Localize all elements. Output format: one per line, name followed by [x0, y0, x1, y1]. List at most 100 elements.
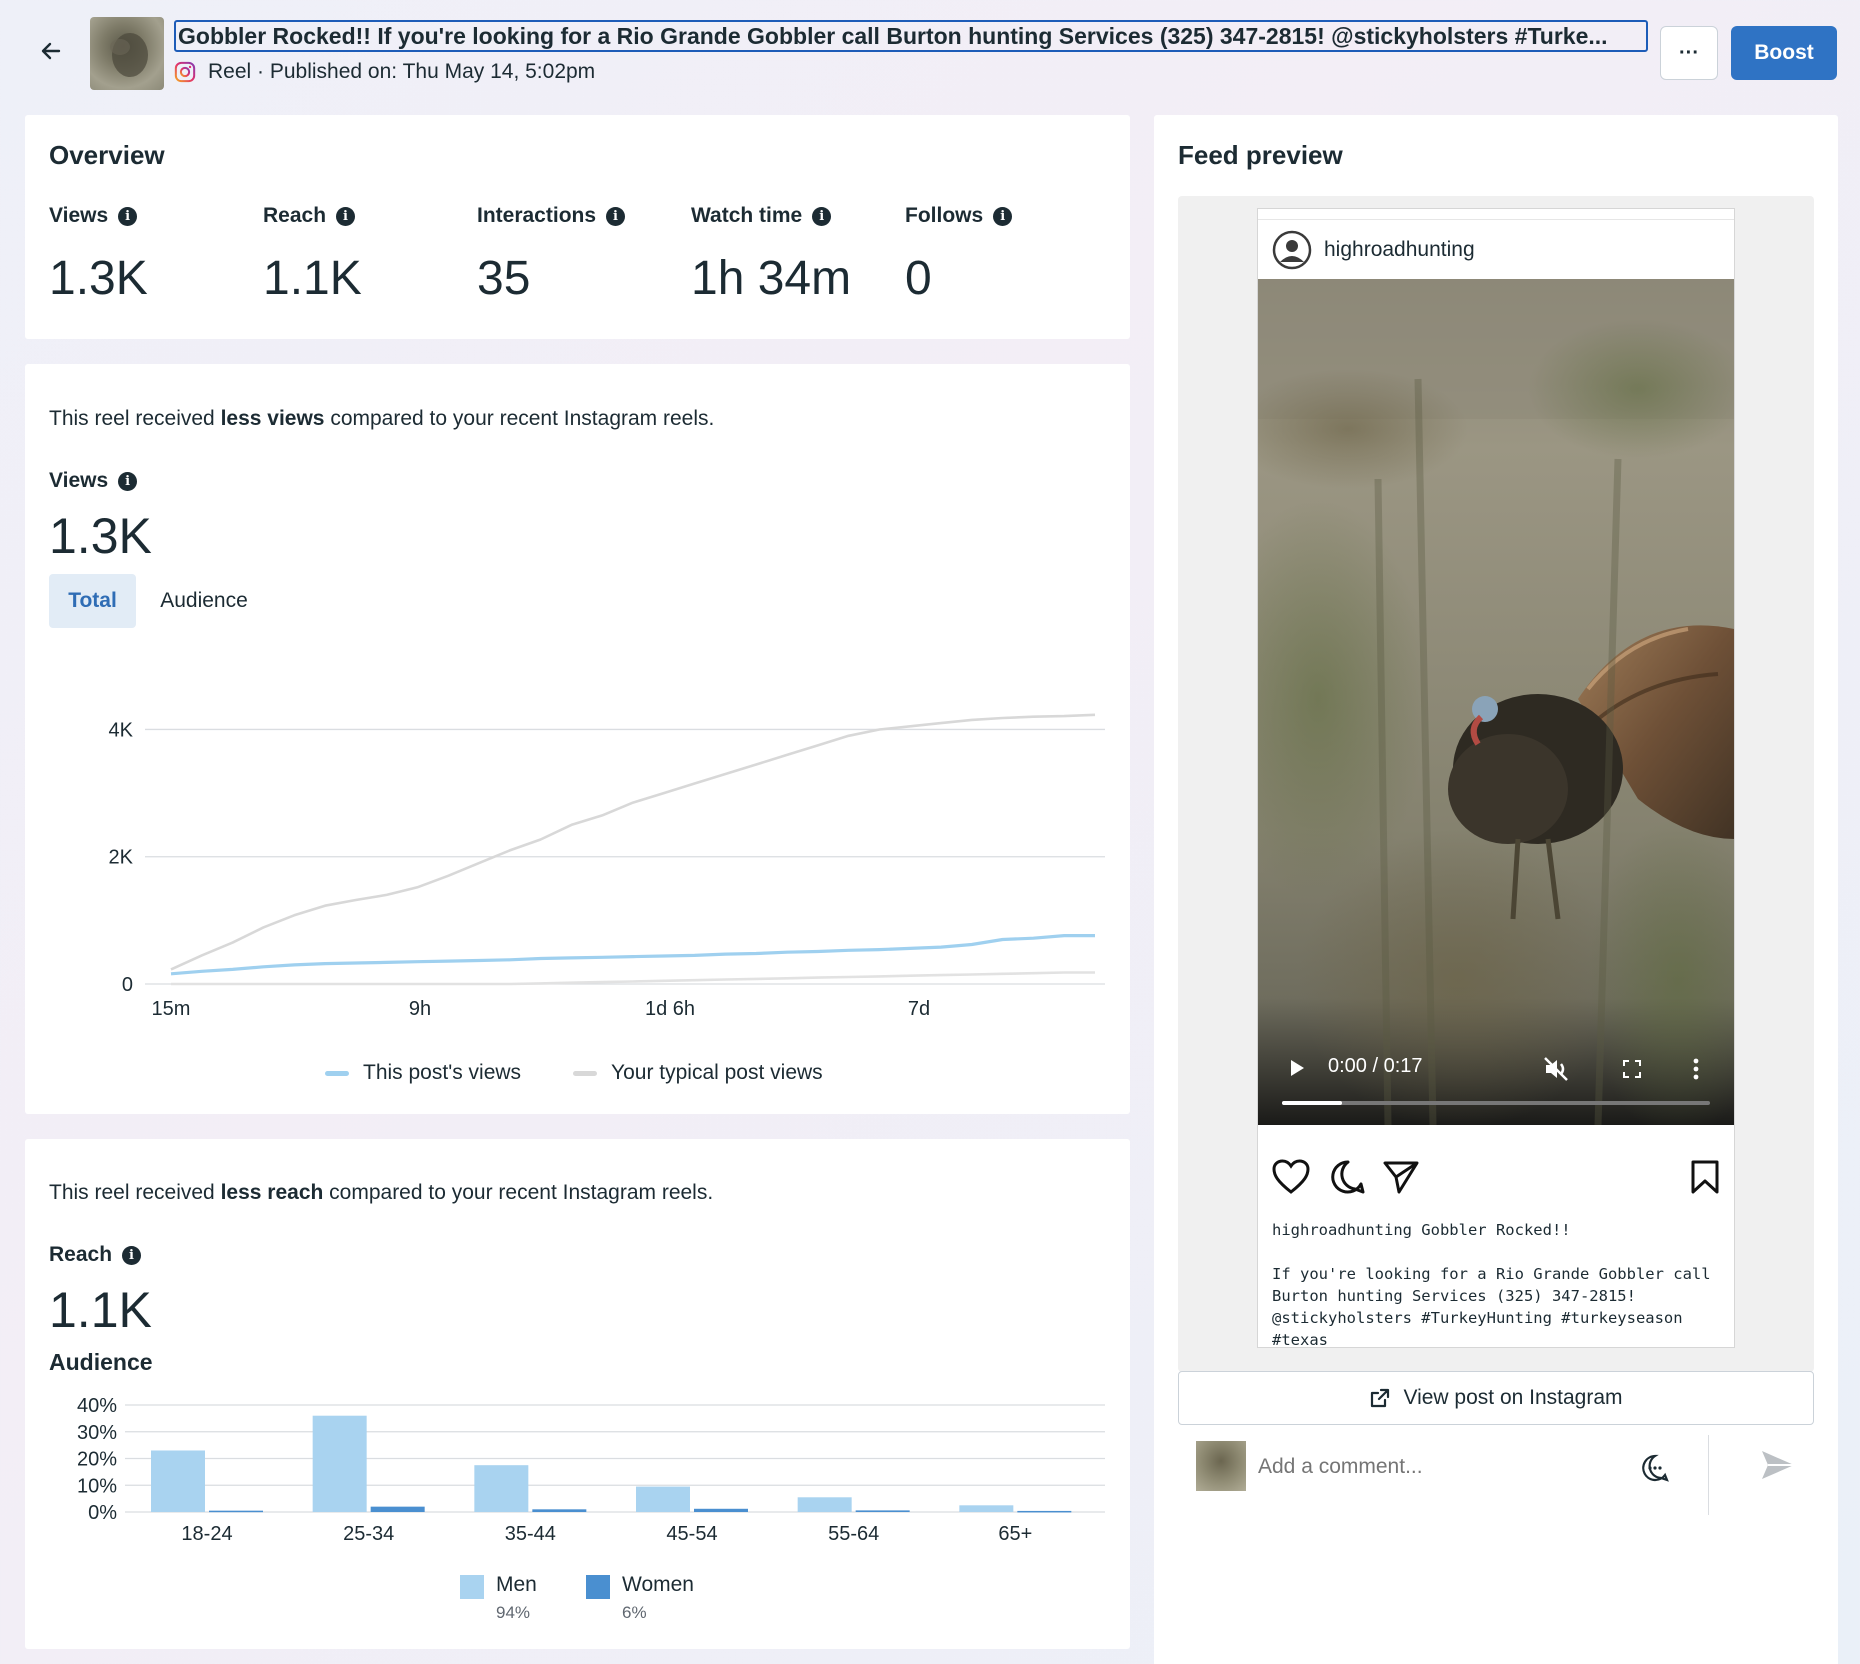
audience-title: Audience [49, 1349, 153, 1375]
mute-icon[interactable] [1542, 1055, 1570, 1083]
y-tick-label: 10% [77, 1475, 117, 1497]
views-card: This reel received less views compared t… [25, 364, 1130, 1114]
video-progress-bar[interactable] [1282, 1101, 1710, 1105]
view-post-label: View post on Instagram [1403, 1386, 1623, 1409]
legend-label: This post's views [363, 1061, 522, 1084]
play-icon[interactable] [1286, 1057, 1308, 1079]
caption-line-1: highroadhunting Gobbler Rocked!! [1272, 1221, 1571, 1239]
metric-label: Reach [263, 204, 327, 227]
bar [694, 1508, 748, 1512]
views-line-chart: 0 2K 4K 15m 9h 1d 6h 7d [109, 713, 1105, 1020]
post-username[interactable]: highroadhunting [1324, 238, 1475, 262]
post-meta-text: Reel · Published on: Thu May 14, 5:02pm [208, 60, 596, 83]
comment-icon[interactable] [1330, 1159, 1366, 1195]
bar [370, 1506, 425, 1512]
bar [636, 1486, 690, 1512]
compare-text-post: compared to your recent Instagram reels. [324, 407, 715, 430]
legend-label: Your typical post views [611, 1061, 823, 1084]
x-tick-label: 15m [152, 998, 191, 1020]
info-icon[interactable]: i [606, 206, 626, 226]
y-tick-label: 40% [77, 1395, 117, 1417]
bar-legend-item-men: Men 94% [460, 1573, 537, 1623]
feed-preview-frame: highroadhunting 0:00 / 0:17 highroadhunt… [1178, 196, 1814, 1372]
back-button[interactable] [34, 34, 68, 68]
legend-share: 94% [496, 1603, 531, 1622]
info-icon[interactable]: i [118, 206, 138, 226]
boost-button[interactable]: Boost [1731, 26, 1837, 80]
legend-swatch [325, 1070, 349, 1076]
y-tick-label: 30% [77, 1422, 117, 1444]
post-title[interactable]: Gobbler Rocked!! If you're looking for a… [174, 20, 1648, 52]
legend-text: Men 94% [496, 1573, 537, 1623]
metric-follows: Follows i 0 [905, 201, 1013, 305]
bar [959, 1505, 1014, 1512]
bar [474, 1465, 529, 1512]
x-tick-label: 45-54 [666, 1523, 717, 1545]
post-header: highroadhunting [1258, 219, 1734, 279]
post-meta: Reel · Published on: Thu May 14, 5:02pm [174, 59, 595, 85]
info-icon[interactable]: i [336, 206, 356, 226]
bar [532, 1509, 587, 1512]
instagram-post: highroadhunting 0:00 / 0:17 highroadhunt… [1257, 208, 1735, 1349]
metric-interactions: Interactions i 35 [477, 201, 626, 305]
y-tick-label: 0% [88, 1502, 117, 1524]
series-line [170, 934, 1095, 976]
info-icon[interactable]: i [812, 206, 832, 226]
heart-icon[interactable] [1272, 1159, 1310, 1195]
views-label-text: Views [49, 469, 109, 492]
tab-audience[interactable]: Audience [149, 574, 259, 628]
bar-legend-item-women: Women 6% [586, 1573, 694, 1623]
more-options-button[interactable]: ··· [1660, 26, 1718, 80]
metric-value: 35 [477, 252, 531, 305]
y-tick-label: 20% [77, 1449, 117, 1471]
views-label: Views i [49, 469, 138, 493]
post-thumbnail [90, 17, 164, 90]
legend-share: 6% [622, 1603, 647, 1622]
user-avatar-icon[interactable] [1272, 230, 1312, 270]
bookmark-icon[interactable] [1690, 1159, 1720, 1195]
external-link-icon [1371, 1388, 1390, 1408]
instagram-icon [174, 61, 196, 83]
info-icon[interactable]: i [993, 206, 1013, 226]
commenter-avatar [1196, 1441, 1246, 1491]
bar [1017, 1510, 1072, 1513]
emoji-icon[interactable] [1640, 1453, 1670, 1483]
line-legend-item-typical: Your typical post views [573, 1061, 823, 1085]
compare-text-bold: less views [220, 407, 325, 430]
metric-value: 0 [905, 252, 932, 305]
metric-views: Views i 1.3K [49, 201, 148, 303]
series-line [171, 971, 1095, 986]
share-icon[interactable] [1382, 1159, 1420, 1195]
video-player[interactable]: 0:00 / 0:17 [1258, 279, 1734, 1125]
legend-swatch [460, 1575, 484, 1599]
views-compare-text: This reel received less views compared t… [49, 407, 714, 431]
x-tick-label: 7d [908, 998, 930, 1020]
video-controls: 0:00 / 0:17 [1258, 1035, 1734, 1125]
metric-value: 1h 34m [691, 252, 852, 305]
info-icon[interactable]: i [122, 1245, 142, 1265]
y-tick-label: 2K [109, 847, 134, 869]
view-post-button[interactable]: View post on Instagram [1178, 1371, 1814, 1425]
arrow-left-icon [41, 42, 61, 60]
comment-input[interactable] [1258, 1445, 1638, 1489]
legend-swatch [573, 1070, 597, 1076]
legend-label: Men [496, 1573, 537, 1596]
bar [797, 1497, 852, 1512]
info-icon[interactable]: i [118, 471, 138, 491]
reach-card: This reel received less reach compared t… [25, 1139, 1130, 1649]
compare-text-pre: This reel received [49, 1181, 221, 1204]
x-tick-label: 18-24 [181, 1523, 232, 1545]
metric-label: Follows [905, 204, 984, 227]
compare-text-post: compared to your recent Instagram reels. [323, 1181, 714, 1204]
compare-text-bold: less reach [220, 1181, 324, 1204]
overview-title: Overview [49, 140, 165, 170]
fullscreen-icon[interactable] [1621, 1058, 1643, 1080]
tab-total[interactable]: Total [49, 574, 136, 628]
metric-value: 1.1K [263, 252, 362, 305]
y-tick-label: 4K [109, 719, 134, 741]
send-icon[interactable] [1758, 1445, 1798, 1485]
x-tick-label: 55-64 [828, 1523, 879, 1545]
more-vertical-icon[interactable] [1691, 1057, 1701, 1081]
post-actions [1272, 1159, 1722, 1199]
video-frame [1258, 279, 1734, 1125]
